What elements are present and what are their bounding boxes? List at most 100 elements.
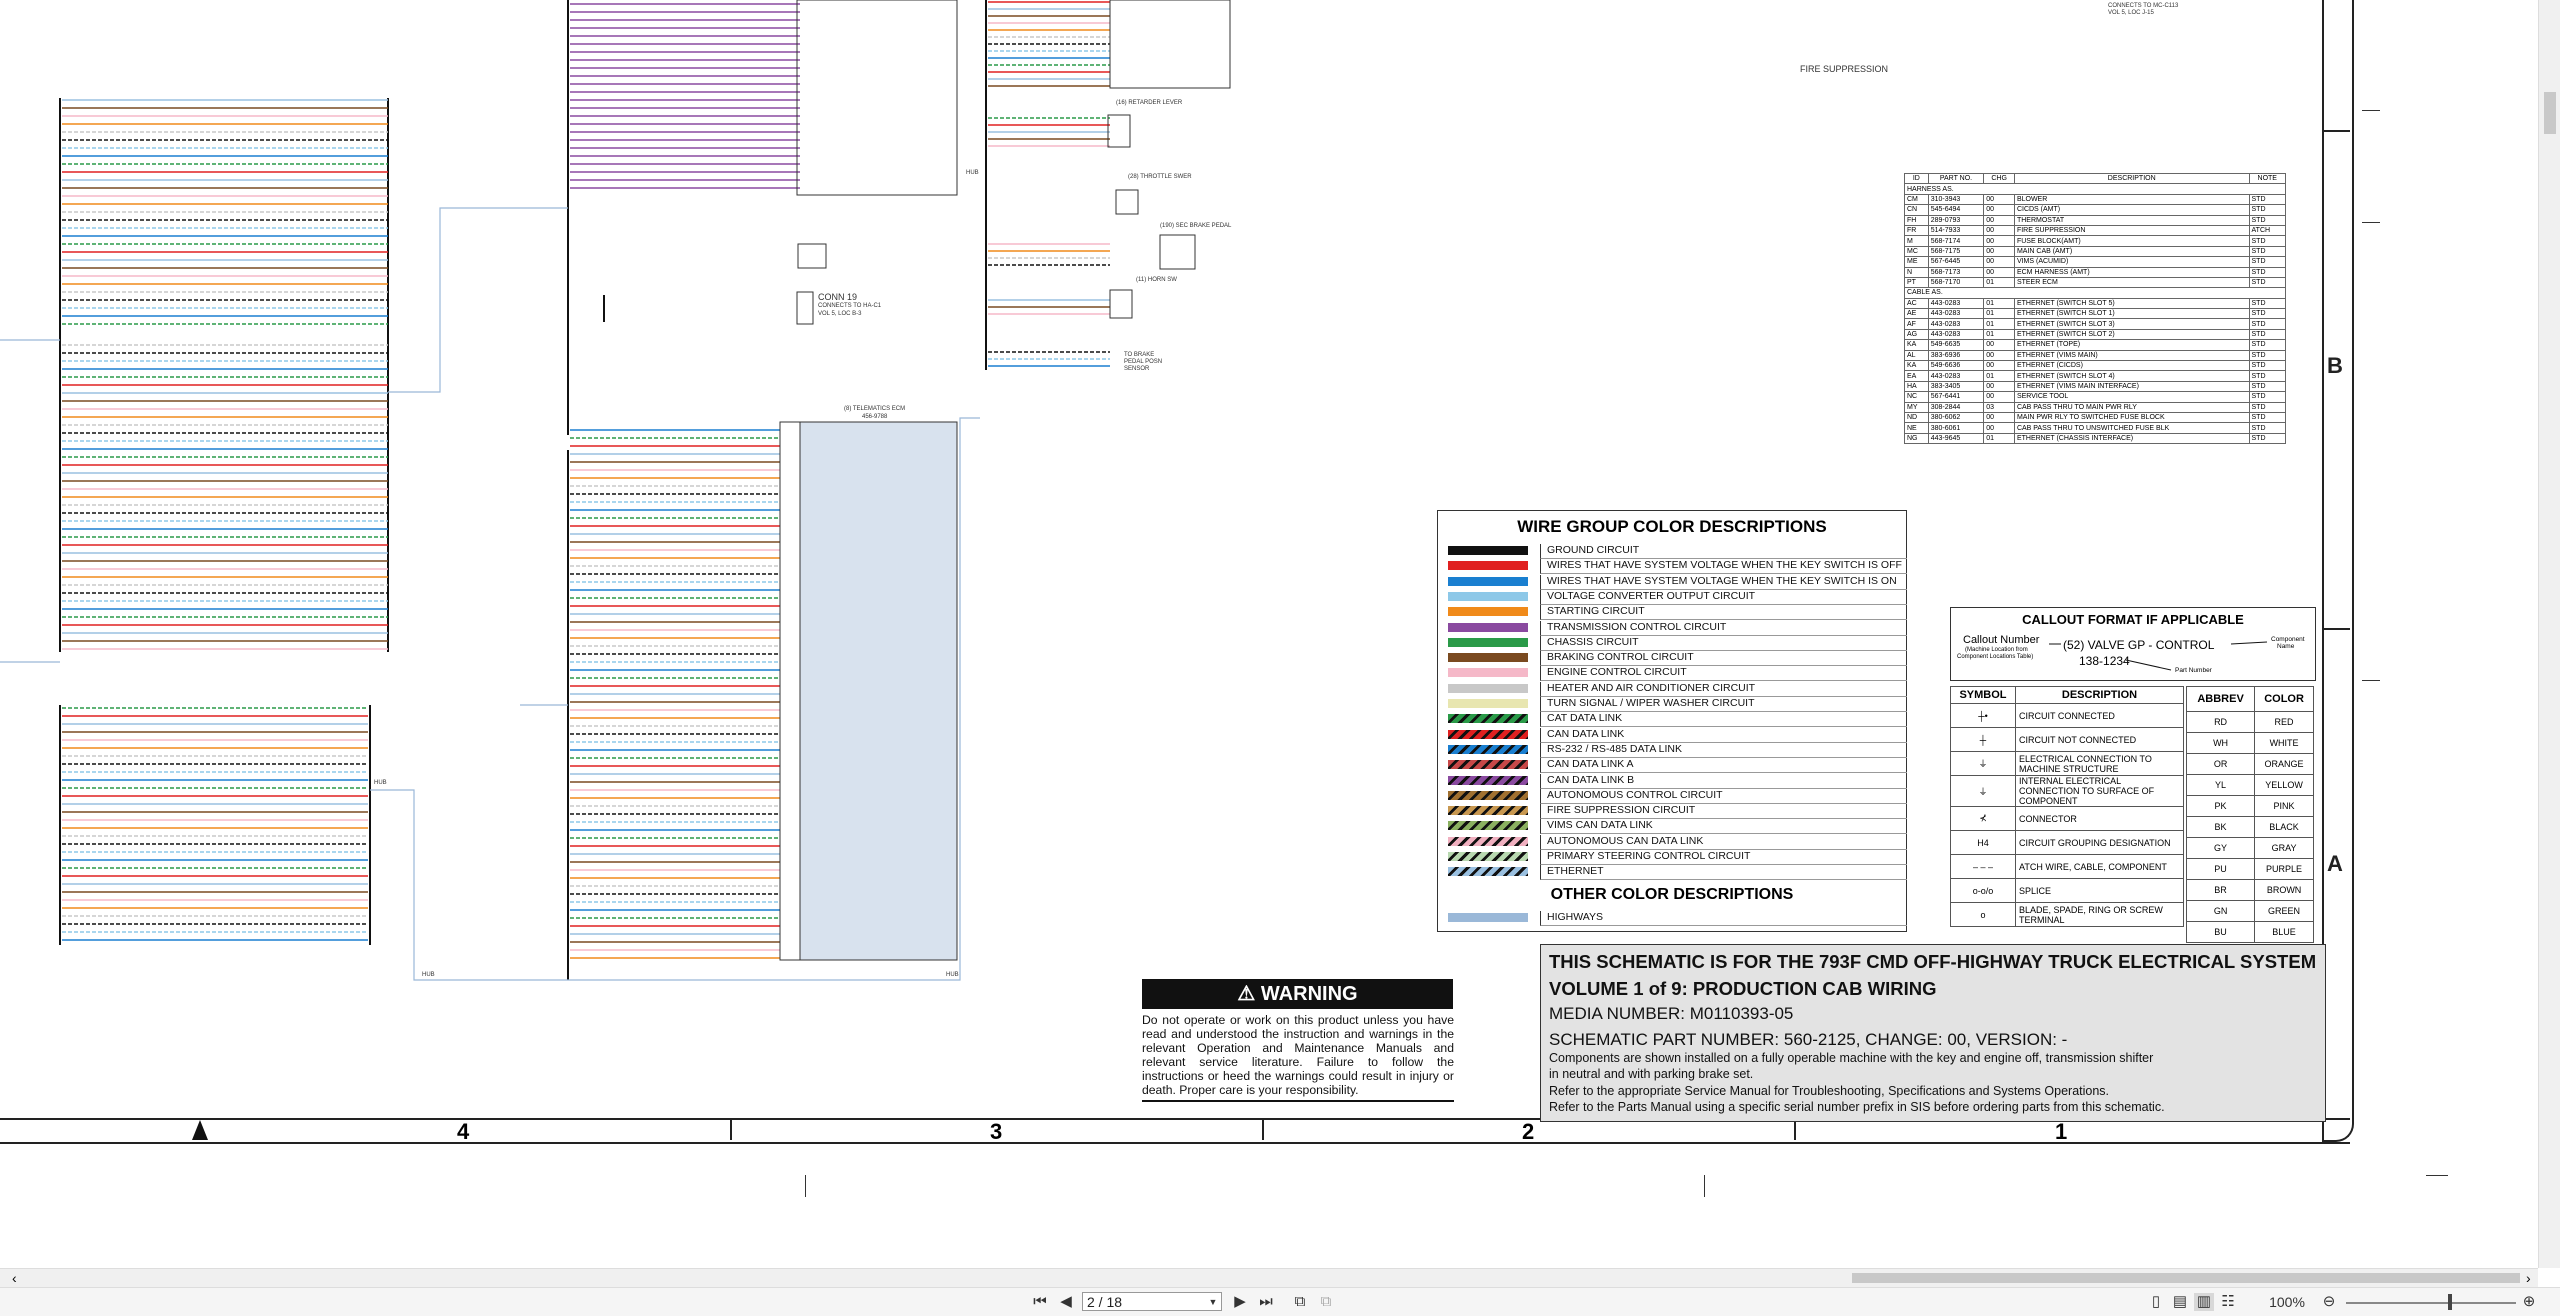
- table-cell: 01: [1983, 276, 2015, 289]
- table-cell: CM: [1904, 193, 1929, 206]
- page-dropdown-icon[interactable]: ▼: [1206, 1293, 1220, 1311]
- legend-row: STARTING CIRCUIT: [1438, 604, 1907, 621]
- drawing-frame: [2322, 0, 2354, 1142]
- table-cell: 443-0283: [1927, 318, 1985, 330]
- zoom-slider-thumb[interactable]: [2448, 1294, 2452, 1310]
- legend-swatch: [1448, 668, 1528, 678]
- next-page-icon[interactable]: ▶: [1230, 1293, 1250, 1311]
- horizontal-scrollbar[interactable]: ‹ ›: [0, 1268, 2538, 1287]
- table-cell: ETHERNET (CHASSIS INTERFACE): [2013, 432, 2250, 445]
- table-row: OR ORANGE: [2185, 753, 2314, 775]
- table-row: AF 443-0283 01 ETHERNET (SWITCH SLOT 3) STD: [1904, 318, 2287, 330]
- note-line-4: Refer to the Parts Manual using a specif…: [1549, 1100, 2165, 1114]
- legend-label: CAN DATA LINK B: [1540, 773, 1907, 789]
- page-number-input[interactable]: 2 / 18: [1082, 1292, 1222, 1311]
- legend-row: GROUND CIRCUIT: [1438, 543, 1907, 559]
- first-page-icon[interactable]: ⏮: [1030, 1293, 1050, 1311]
- table-cell: PT: [1904, 276, 1929, 289]
- last-page-icon[interactable]: ⏭: [1256, 1293, 1276, 1311]
- legend-swatch: [1448, 561, 1528, 571]
- table-cell: CICDS (AMT): [2013, 204, 2250, 216]
- legend-label: CHASSIS CIRCUIT: [1540, 635, 1907, 651]
- table-row: PK PINK: [2185, 795, 2314, 817]
- table-cell: 383-3405: [1927, 380, 1985, 393]
- legend-swatch: [1448, 729, 1528, 739]
- table-row: YL YELLOW: [2185, 774, 2314, 796]
- legend-swatch: [1448, 836, 1528, 846]
- table-cell: BROWN: [2254, 879, 2314, 901]
- table-row: NC 567-6441 00 SERVICE TOOL STD: [1904, 391, 2287, 403]
- legend-row: AUTONOMOUS CAN DATA LINK: [1438, 834, 1907, 850]
- horizontal-scroll-thumb[interactable]: [1852, 1273, 2520, 1283]
- table-cell: 380-6062: [1927, 411, 1985, 424]
- legend-label: CAN DATA LINK: [1540, 727, 1907, 743]
- rotate-icon[interactable]: ⧉: [1290, 1293, 1310, 1311]
- warning-underline: [1142, 1100, 1454, 1102]
- zoom-level[interactable]: 100%: [2262, 1293, 2312, 1311]
- symbol-description: CONNECTOR: [2015, 806, 2184, 831]
- table-row: FH 289-0793 00 THERMOSTAT STD: [1904, 214, 2287, 226]
- table-cell: AE: [1904, 308, 1929, 320]
- legend-swatch: [1448, 714, 1528, 724]
- table-row: BK BLACK: [2185, 816, 2314, 838]
- table-row: ME 567-6445 00 VIMS (ACUMID) STD: [1904, 256, 2287, 268]
- table-cell: WH: [2185, 732, 2256, 754]
- legend-row: CHASSIS CIRCUIT: [1438, 635, 1907, 651]
- ruler-arrow-icon: [192, 1120, 208, 1140]
- warning-text: Do not operate or work on this product u…: [1142, 1013, 1454, 1097]
- scroll-left-icon[interactable]: ‹: [12, 1269, 17, 1287]
- brake-label: (190) SEC BRAKE PEDAL: [1160, 223, 1232, 229]
- legend-swatch: [1448, 546, 1528, 555]
- conn19-title: CONN 19: [818, 292, 858, 302]
- table-row: ┼ CIRCUIT NOT CONNECTED: [1950, 727, 2184, 752]
- legend-label: WIRES THAT HAVE SYSTEM VOLTAGE WHEN THE …: [1540, 559, 1907, 575]
- table-cell: 443-0283: [1927, 308, 1985, 320]
- table-cell: STD: [2248, 245, 2287, 258]
- note-line-3: Refer to the appropriate Service Manual …: [1549, 1084, 2110, 1098]
- table-row: o BLADE, SPADE, RING OR SCREW TERMINAL: [1950, 902, 2184, 927]
- hub-label-1: HUB: [966, 170, 979, 176]
- legend-label: GROUND CIRCUIT: [1540, 544, 1907, 559]
- facing-view-icon[interactable]: ☷: [2218, 1293, 2238, 1311]
- symbol-header: SYMBOL: [1950, 686, 2016, 704]
- zoom-in-icon[interactable]: ⊕: [2520, 1293, 2538, 1311]
- title-block: THIS SCHEMATIC IS FOR THE 793F CMD OFF-H…: [1540, 944, 2326, 1122]
- table-cell: 549-6635: [1927, 339, 1985, 351]
- single-page-view-icon[interactable]: ▯: [2146, 1293, 2166, 1311]
- legend-row: VIMS CAN DATA LINK: [1438, 818, 1907, 835]
- table-cell: 545-6494: [1927, 204, 1985, 216]
- table-cell: MAIN CAB (AMT): [2013, 245, 2250, 258]
- legend-row: CAT DATA LINK: [1438, 711, 1907, 728]
- table-cell: ECM HARNESS (AMT): [2013, 266, 2250, 278]
- table-cell: ETHERNET (SWITCH SLOT 1): [2013, 308, 2250, 320]
- table-cell: 00: [1983, 245, 2015, 258]
- top-right-note-2: VOL 5, LOC J-15: [2108, 10, 2154, 16]
- table-row: M 568-7174 00 FUSE BLOCK(AMT) STD: [1904, 235, 2287, 247]
- table-cell: ETHERNET (TOPE): [2013, 339, 2250, 351]
- table-row: GN GREEN: [2185, 900, 2314, 922]
- table-cell: BR: [2185, 879, 2256, 901]
- continuous-view-icon[interactable]: ▤: [2170, 1293, 2190, 1311]
- table-cell: 549-6636: [1927, 360, 1985, 372]
- vertical-scroll-thumb[interactable]: [2544, 92, 2556, 134]
- legend-swatch: [1448, 576, 1528, 586]
- fit-page-icon[interactable]: ⧉: [1316, 1293, 1336, 1311]
- vertical-scrollbar[interactable]: [2538, 0, 2560, 1268]
- table-cell: ETHERNET (SWITCH SLOT 2): [2013, 328, 2250, 341]
- table-cell: GRAY: [2254, 837, 2314, 859]
- table-row: NG 443-9645 01 ETHERNET (CHASSIS INTERFACE)…: [1904, 432, 2287, 445]
- legend-label: TURN SIGNAL / WIPER WASHER CIRCUIT: [1540, 697, 1907, 712]
- table-cell: 567-6441: [1927, 391, 1985, 403]
- table-cell: PU: [2185, 858, 2256, 880]
- scroll-right-icon[interactable]: ›: [2526, 1269, 2531, 1287]
- table-row: MC 568-7175 00 MAIN CAB (AMT) STD: [1904, 245, 2287, 258]
- table-cell: 00: [1983, 193, 2015, 206]
- table-cell: STD: [2248, 214, 2287, 226]
- previous-page-icon[interactable]: ◀: [1056, 1293, 1076, 1311]
- zoom-slider-track[interactable]: [2346, 1302, 2516, 1304]
- two-page-view-icon[interactable]: ▥: [2194, 1293, 2214, 1311]
- legend-swatch: [1448, 775, 1528, 785]
- table-cell: RED: [2254, 711, 2314, 733]
- zoom-out-icon[interactable]: ⊖: [2320, 1293, 2338, 1311]
- table-row: – – – ATCH WIRE, CABLE, COMPONENT: [1950, 854, 2184, 879]
